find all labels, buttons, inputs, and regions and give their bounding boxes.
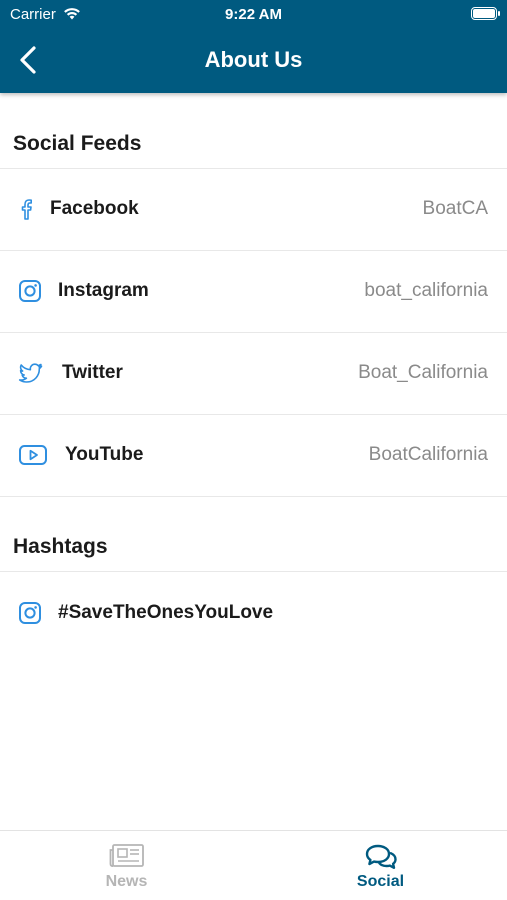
hashtag-row[interactable]: #SaveTheOnesYouLove: [0, 572, 507, 653]
section-title-hashtags: Hashtags: [13, 535, 108, 558]
tab-news[interactable]: News: [0, 831, 253, 900]
tab-label: Social: [356, 873, 405, 890]
section-title-social-feeds: Social Feeds: [13, 132, 142, 155]
social-row-handle: BoatCalifornia: [368, 444, 488, 465]
social-row-handle: boat_california: [364, 280, 488, 301]
status-bar: Carrier 9:22 AM: [0, 0, 507, 28]
tab-bar: News Social: [0, 830, 507, 900]
twitter-icon: [18, 363, 43, 383]
tab-label: News: [105, 873, 148, 890]
social-row-label: Instagram: [58, 280, 149, 301]
chat-bubbles-icon: [365, 844, 397, 869]
social-row-instagram[interactable]: Instagram boat_california: [0, 251, 507, 332]
youtube-icon: [19, 445, 47, 465]
tab-social[interactable]: Social: [254, 831, 507, 900]
instagram-icon: [19, 280, 41, 302]
hashtag-label: #SaveTheOnesYouLove: [58, 602, 274, 623]
status-time: 9:22 AM: [225, 6, 282, 23]
social-row-label: Twitter: [62, 362, 123, 383]
social-row-twitter[interactable]: Twitter Boat_California: [0, 333, 507, 414]
social-row-label: Facebook: [50, 198, 139, 219]
battery-icon: [471, 7, 500, 20]
social-row-handle: BoatCA: [422, 198, 488, 219]
social-row-youtube[interactable]: YouTube BoatCalifornia: [0, 415, 507, 496]
instagram-icon: [19, 602, 41, 624]
facebook-icon: [21, 199, 32, 220]
divider: [0, 496, 507, 497]
page-title: About Us: [204, 47, 303, 72]
newspaper-icon: [109, 844, 144, 867]
social-row-label: YouTube: [65, 444, 144, 465]
nav-header: Carrier 9:22 AM About Us: [0, 0, 507, 93]
social-row-handle: Boat_California: [358, 362, 488, 383]
social-row-facebook[interactable]: Facebook BoatCA: [0, 169, 507, 250]
